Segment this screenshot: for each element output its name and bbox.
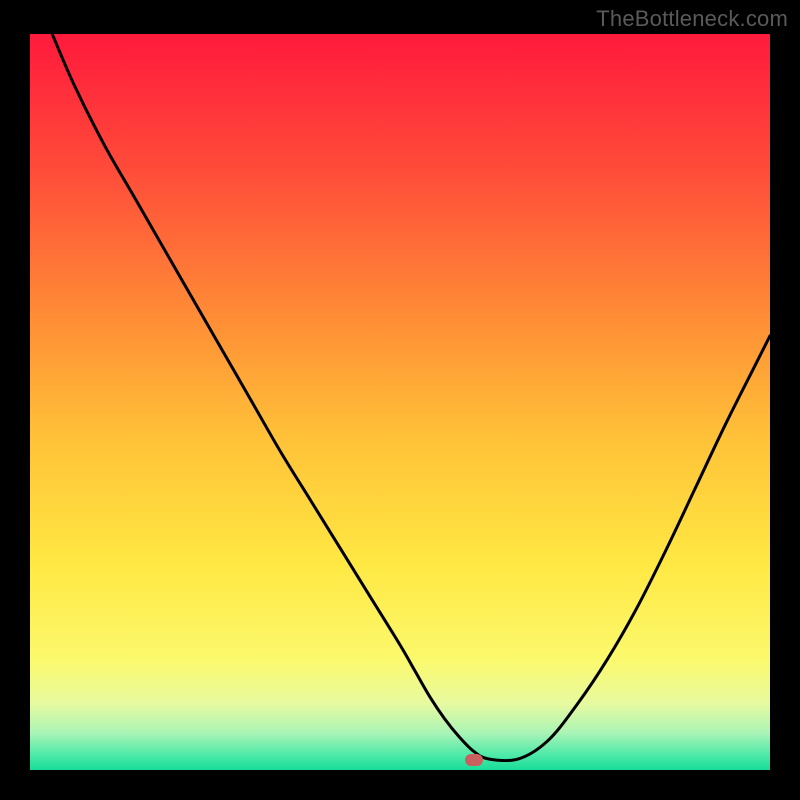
watermark-text: TheBottleneck.com [596,6,788,32]
chart-container: TheBottleneck.com [0,0,800,800]
bottleneck-curve [30,34,770,770]
plot-frame [30,34,770,770]
plot-area [30,34,770,770]
optimum-marker [465,754,483,766]
